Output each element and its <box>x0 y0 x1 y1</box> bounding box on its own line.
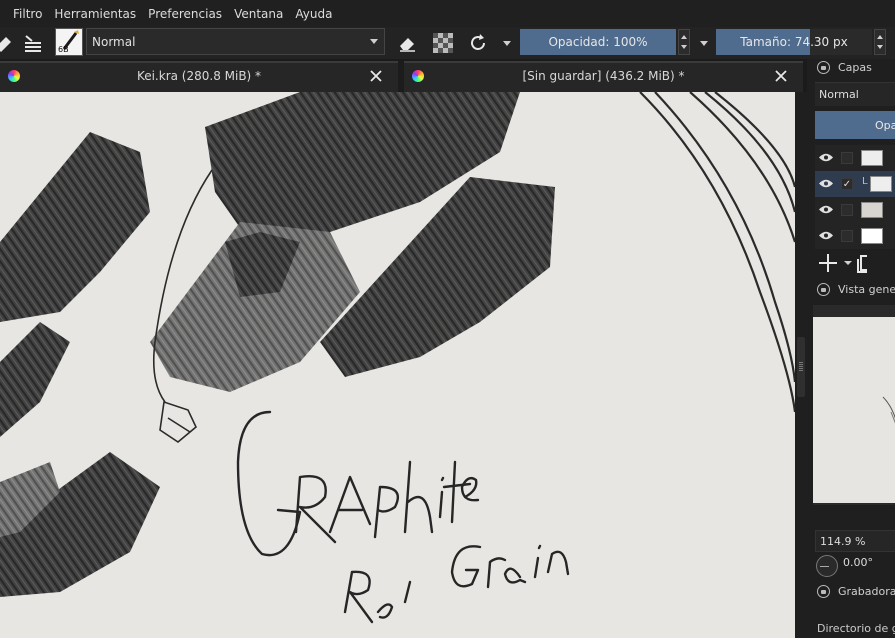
dropdown-icon[interactable] <box>500 27 514 59</box>
canvas-vertical-scrollbar[interactable] <box>795 92 807 638</box>
layers-docker-title: Capas <box>817 61 872 74</box>
lock-icon[interactable] <box>817 283 830 296</box>
layer-row[interactable]: ✓ L <box>815 171 895 197</box>
overview-title-text: Vista general <box>838 283 895 296</box>
layer-opacity-label: Opa <box>875 118 895 132</box>
layer-checkbox[interactable] <box>841 152 853 164</box>
menu-ayuda[interactable]: Ayuda <box>295 7 332 21</box>
layer-actions <box>817 252 872 274</box>
layer-name: L <box>862 176 868 187</box>
lock-icon[interactable] <box>817 585 830 598</box>
layers-title-text: Capas <box>838 61 872 74</box>
layer-row[interactable] <box>815 145 895 171</box>
chevron-down-icon <box>370 39 378 44</box>
eraser-partial-icon[interactable] <box>0 27 14 59</box>
rotation-value[interactable]: 0.00° <box>843 556 873 569</box>
layer-thumbnail <box>861 150 883 166</box>
tab-sin-guardar[interactable]: [Sin guardar] (436.2 MiB) * <box>404 61 803 92</box>
layer-row[interactable] <box>815 223 895 249</box>
chevron-down-icon[interactable] <box>844 261 852 265</box>
tab-label: Kei.kra (280.8 MiB) * <box>136 69 262 83</box>
eraser-icon[interactable] <box>396 27 418 59</box>
opacity-label: Opacidad: 100% <box>548 35 648 49</box>
size-spinner[interactable] <box>874 29 886 55</box>
duplicate-layer-icon[interactable] <box>857 255 872 273</box>
blend-mode-select[interactable]: Normal <box>86 28 385 55</box>
zoom-field[interactable]: 114.9 % <box>815 530 895 552</box>
menu-herramientas[interactable]: Herramientas <box>54 7 136 21</box>
size-label: Tamaño: 74.30 px <box>740 35 848 49</box>
menu-ventana[interactable]: Ventana <box>234 7 283 21</box>
scroll-grip-icon <box>799 362 803 372</box>
transparency-checker-icon[interactable] <box>432 27 454 59</box>
eye-icon[interactable] <box>819 205 833 214</box>
tab-kei[interactable]: Kei.kra (280.8 MiB) * <box>0 61 398 92</box>
graphite-artwork <box>0 92 795 638</box>
layer-checkbox[interactable]: ✓ <box>841 178 853 190</box>
preset-number: 6B <box>58 45 69 54</box>
right-docker: Capas Normal Opa ✓ L Vista gene 114.9 % … <box>807 59 895 638</box>
reload-preset-icon[interactable] <box>467 27 489 59</box>
brush-preset-icon[interactable]: 6B <box>55 28 83 56</box>
layer-checkbox[interactable] <box>841 230 853 242</box>
close-icon[interactable] <box>368 68 384 84</box>
blend-mode-value: Normal <box>92 34 136 49</box>
layer-checkbox[interactable] <box>841 204 853 216</box>
brush-list-icon[interactable] <box>22 27 44 59</box>
brush-toolbar: 6B Normal Opacidad: 100% Tamaño: 74.30 p… <box>0 27 895 59</box>
layer-thumbnail <box>861 202 883 218</box>
eye-icon[interactable] <box>819 153 833 162</box>
layer-thumbnail <box>861 228 883 244</box>
opacity-spinner[interactable] <box>678 29 690 55</box>
drawing-canvas[interactable] <box>0 92 795 638</box>
layer-opacity-slider[interactable]: Opa <box>815 111 895 139</box>
overview-docker-title: Vista general <box>817 283 895 296</box>
lock-icon[interactable] <box>817 61 830 74</box>
menu-preferencias[interactable]: Preferencias <box>148 7 222 21</box>
layer-blend-select[interactable]: Normal <box>815 82 895 106</box>
layer-thumbnail <box>870 176 892 192</box>
eye-icon[interactable] <box>819 179 833 188</box>
recorder-docker-title: Grabadora <box>817 585 895 598</box>
overview-thumbnail[interactable] <box>813 317 895 503</box>
add-layer-icon[interactable] <box>819 254 837 272</box>
recorder-directory-label: Directorio de g <box>817 622 895 635</box>
menu-filtro[interactable]: Filtro <box>13 7 42 21</box>
close-icon[interactable] <box>773 68 789 84</box>
recorder-title-text: Grabadora <box>838 585 895 598</box>
zoom-value: 114.9 % <box>820 534 866 548</box>
layer-row[interactable] <box>815 197 895 223</box>
tab-label: [Sin guardar] (436.2 MiB) * <box>522 69 685 83</box>
dropdown-icon[interactable] <box>697 27 711 59</box>
document-tabs: Kei.kra (280.8 MiB) * [Sin guardar] (436… <box>0 61 803 92</box>
layer-blend-value: Normal <box>819 88 859 101</box>
menubar: Filtro Herramientas Preferencias Ventana… <box>0 0 895 27</box>
size-slider[interactable]: Tamaño: 74.30 px <box>716 29 872 55</box>
eye-icon[interactable] <box>819 231 833 240</box>
rotation-dial[interactable] <box>816 555 838 577</box>
opacity-slider[interactable]: Opacidad: 100% <box>520 29 676 55</box>
